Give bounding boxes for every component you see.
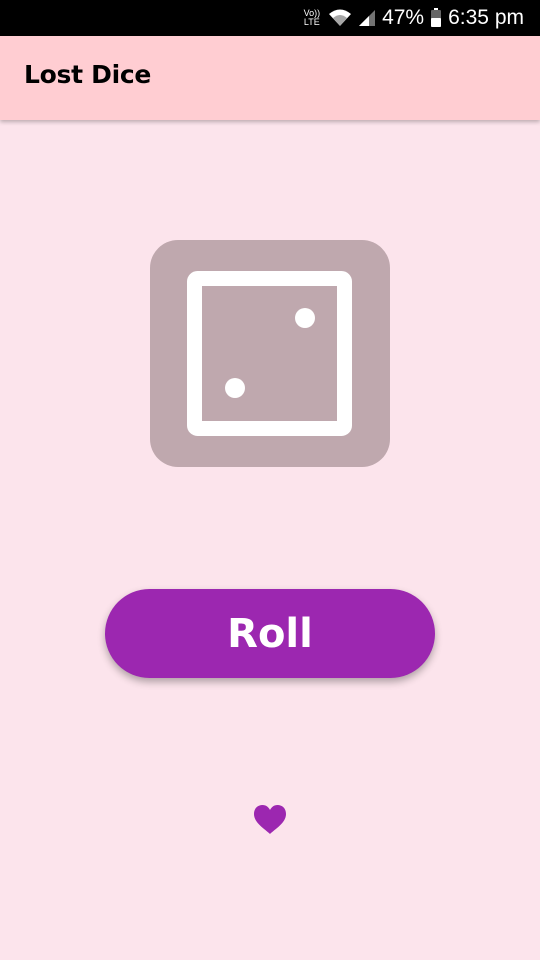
dice-pip: [225, 378, 245, 398]
dice-two-icon: [187, 271, 352, 436]
app-bar: Lost Dice: [0, 36, 540, 120]
dice-image: [150, 240, 390, 467]
volte-icon: Vo)) LTE: [304, 9, 321, 27]
status-bar: Vo)) LTE 47% 6:35 pm: [0, 0, 540, 36]
volte-bottom-label: LTE: [303, 17, 320, 27]
status-bar-right: Vo)) LTE 47% 6:35 pm: [304, 0, 524, 36]
signal-icon: [358, 9, 376, 27]
heart-icon: [253, 804, 287, 836]
battery-icon: [430, 8, 442, 28]
dice-pip: [295, 308, 315, 328]
status-time: 6:35 pm: [448, 6, 524, 29]
app-title: Lost Dice: [24, 60, 152, 89]
wifi-icon: [328, 8, 352, 28]
battery-percent: 47%: [382, 6, 425, 29]
roll-button[interactable]: Roll: [105, 589, 435, 678]
